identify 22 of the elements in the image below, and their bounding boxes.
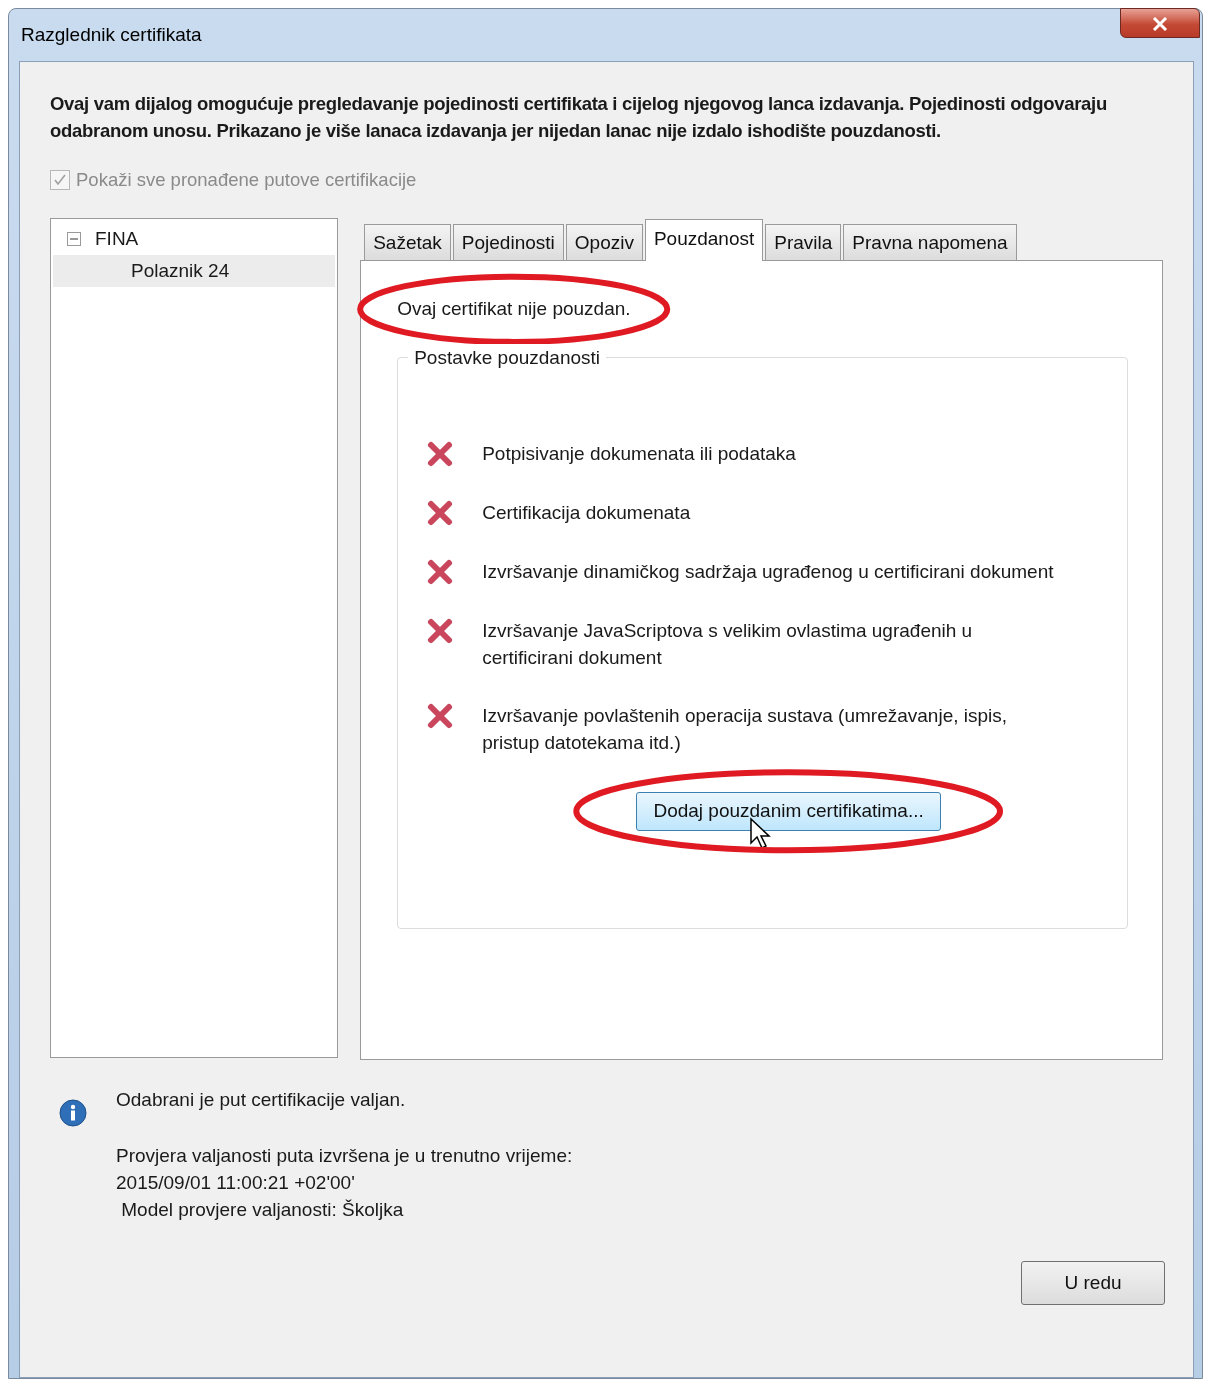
- collapse-icon[interactable]: [67, 231, 81, 246]
- ok-button[interactable]: U redu: [1021, 1261, 1165, 1306]
- permission-label: Certifikacija dokumenata: [482, 501, 691, 526]
- tab[interactable]: Pouzdanost: [644, 218, 764, 261]
- permission-label: Izvršavanje JavaScriptova s velikim ovlastima ugrađenih u certificirani dokument: [482, 619, 974, 671]
- tab[interactable]: Sažetak: [364, 223, 451, 260]
- info-icon: [58, 1097, 88, 1128]
- permission-label: Izvršavanje povlaštenih operacija sustava (umrežavanje, ispis, pristup datotekama itd.): [482, 704, 1009, 756]
- status-details: Provjera valjanosti puta izvršena je u trenutno vrijeme: 2015/09/01 11:00:21 +02'00' Model provjere valjanosti: Školjka: [116, 1144, 573, 1223]
- close-icon: [1152, 17, 1168, 32]
- status-message: Odabrani je put certifikacije valjan.: [116, 1087, 407, 1112]
- permission-label: Izvršavanje dinamičkog sadržaja ugrađenog u certificirani dokument: [482, 560, 1054, 585]
- tab[interactable]: Pravna napomena: [843, 223, 1017, 260]
- permission-label: Potpisivanje dokumenata ili podataka: [482, 442, 796, 467]
- tab[interactable]: Opoziv: [565, 223, 643, 260]
- intro-text: Ovaj vam dijalog omogućuje pregledavanje pojedinosti certifikata i cijelog njegovog lanca izdavanja. Pojedinosti odgovaraju odabranom unosu. Prikazano je više lanaca izdavanja jer nijedan lanac nije izdalo ishodište pouzdanosti.: [50, 92, 1108, 143]
- close-button[interactable]: [1120, 8, 1200, 38]
- tab[interactable]: Pojedinosti: [452, 223, 564, 260]
- tree-item[interactable]: FINA: [95, 224, 139, 253]
- status-text: Ovaj certifikat nije pouzdan.: [397, 296, 631, 321]
- tab[interactable]: Pravila: [765, 223, 842, 260]
- window-title: Razglednik certifikata: [21, 22, 202, 47]
